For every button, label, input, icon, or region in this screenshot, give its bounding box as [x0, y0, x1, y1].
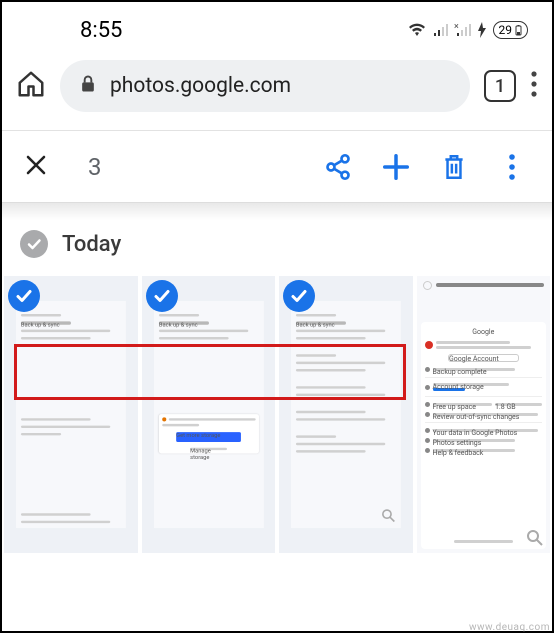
url-text: photos.google.com [110, 74, 291, 98]
section-header: Today [2, 220, 552, 276]
magnify-icon [526, 529, 544, 547]
toolbar-shadow [2, 202, 552, 220]
thumbnail-preview: Back up & sync Get more storage Manage s… [154, 301, 263, 528]
thumbnail-preview: Google Google Account Backup complete Ac… [417, 276, 551, 553]
url-bar[interactable]: photos.google.com [60, 60, 470, 112]
browser-menu-icon[interactable] [530, 70, 538, 102]
delete-button[interactable] [436, 153, 472, 181]
tabs-button[interactable]: 1 [484, 70, 516, 102]
signal-1-icon [433, 23, 448, 37]
selected-check-icon [8, 280, 40, 312]
photo-thumbnail[interactable]: Back up & sync [4, 276, 138, 553]
watermark: www.deuaq.com [469, 622, 550, 633]
browser-bar: photos.google.com 1 [2, 54, 552, 130]
share-button[interactable] [320, 153, 356, 181]
svg-text:×: × [454, 23, 459, 32]
selected-count: 3 [88, 153, 298, 181]
section-title: Today [62, 232, 121, 257]
charging-icon [477, 22, 487, 38]
add-button[interactable] [378, 152, 414, 182]
magnify-icon [381, 508, 396, 523]
section-select-toggle[interactable] [20, 230, 48, 258]
tab-count: 1 [495, 76, 505, 97]
selected-check-icon [146, 280, 178, 312]
status-bar: 8:55 × 29 [2, 2, 552, 54]
status-right: × 29 [407, 21, 529, 39]
close-selection-button[interactable] [24, 153, 48, 181]
selected-check-icon [283, 280, 315, 312]
photo-thumbnail[interactable]: Back up & sync Get more storage Manage s… [142, 276, 276, 553]
battery-pct: 29 [499, 23, 513, 37]
wifi-icon [407, 22, 427, 38]
photo-grid-row: Back up & sync Back up & sync Get more s… [2, 276, 552, 555]
thumbnail-preview: Back up & sync [16, 301, 125, 528]
signal-2-icon: × [454, 23, 471, 37]
photo-thumbnail[interactable]: Google Google Account Backup complete Ac… [417, 276, 551, 553]
thumbnail-preview: Back up & sync [291, 301, 400, 528]
selection-toolbar: 3 [2, 130, 552, 202]
home-icon[interactable] [16, 69, 46, 103]
photo-thumbnail[interactable]: Back up & sync [279, 276, 413, 553]
overflow-menu-button[interactable] [494, 153, 530, 181]
lock-icon [78, 74, 98, 98]
status-time: 8:55 [80, 18, 122, 43]
battery-pill: 29 [493, 21, 529, 39]
